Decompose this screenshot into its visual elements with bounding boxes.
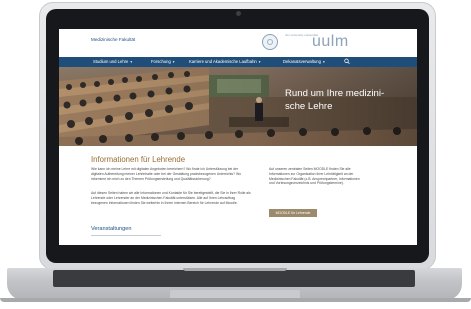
chevron-down-icon: ▾ [322, 60, 325, 64]
search-icon[interactable] [344, 58, 350, 65]
events-divider [91, 235, 161, 236]
laptop-base-lip [0, 298, 471, 302]
nav-item-studium[interactable]: Studium und Lehre ▾ [93, 59, 132, 64]
chevron-down-icon: ▾ [172, 60, 175, 64]
events-heading: Veranstaltungen [91, 226, 132, 232]
main-navigation: Studium und Lehre ▾ Forschung ▾ Karriere u… [59, 57, 417, 67]
nav-item-label: Karriere und Akademische Laufbahn [189, 59, 257, 64]
hinge-notch [183, 268, 287, 271]
moodle-teachers-button[interactable]: MOODLE für Lehrende [269, 209, 317, 217]
intro-paragraph: Wie kann ich meine Lehre mit digitalen A… [91, 167, 241, 181]
browser-screen: Medizinische Fakultät ulm university uni… [59, 29, 417, 245]
hero-title-line: Rund um Ihre medizini- [285, 88, 385, 99]
info-paragraph: Auf diesen Seiten haben wir alle Informa… [91, 191, 251, 205]
keyboard [53, 270, 415, 287]
faculty-link[interactable]: Medizinische Fakultät [91, 37, 135, 42]
hero-banner: Rund um Ihre medizini- sche Lehre [59, 67, 417, 146]
university-logo[interactable]: uulm [312, 33, 349, 51]
hero-title-line: sche Lehre [285, 101, 333, 112]
nav-item-forschung[interactable]: Forschung ▾ [151, 59, 175, 64]
site-header: Medizinische Fakultät ulm university uni… [59, 29, 417, 57]
nav-item-label: Studium und Lehre [93, 59, 129, 64]
camera-icon [235, 11, 241, 16]
nav-item-label: Dekanatsverwaltung [283, 59, 321, 64]
university-seal-icon [262, 34, 278, 50]
nav-item-karriere[interactable]: Karriere und Akademische Laufbahn ▾ [189, 59, 261, 64]
chevron-down-icon: ▾ [258, 60, 261, 64]
hero-title: Rund um Ihre medizini- sche Lehre [285, 87, 411, 113]
nav-item-dekanatsverwaltung[interactable]: Dekanatsverwaltung ▾ [283, 59, 325, 64]
nav-item-label: Forschung [151, 59, 171, 64]
side-info-text: Auf unseren zentralen Seiten MOODLE find… [269, 167, 360, 186]
chevron-down-icon: ▾ [130, 60, 133, 64]
page-heading: Informationen für Lehrende [91, 155, 186, 164]
